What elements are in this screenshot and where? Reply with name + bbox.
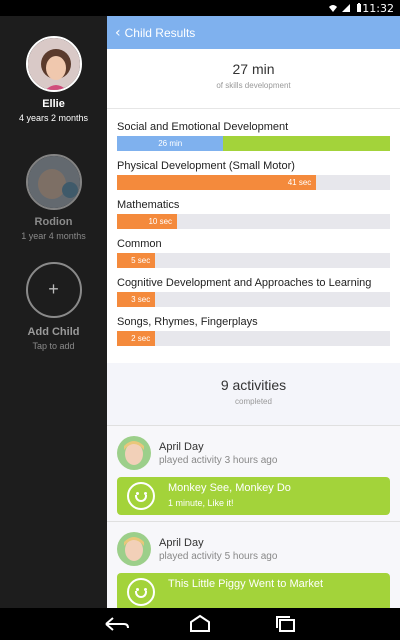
skill-bar-fill: 3 sec <box>117 292 156 307</box>
skill-bar-fill: 10 sec <box>117 214 178 229</box>
chevron-left-icon[interactable]: ‹ <box>115 25 121 41</box>
wifi-icon <box>329 5 337 12</box>
navigation-bar <box>0 608 400 640</box>
child-name: Ellie <box>42 98 65 110</box>
skill-name: Cognitive Development and Approaches to … <box>117 277 372 289</box>
page-title: Child Results <box>124 25 196 40</box>
child-age: 1 year 4 months <box>21 231 86 241</box>
add-child-button[interactable]: + Add Child Tap to add <box>0 262 107 351</box>
activity-card[interactable]: Monkey See, Monkey Do 1 minute, Like it! <box>117 477 390 515</box>
activity-header: April Day played activity 3 hours ago <box>117 436 390 470</box>
skill-name: Common <box>117 238 162 250</box>
player-photo-icon <box>117 436 151 470</box>
skill-item: Common 5 sec <box>117 238 390 268</box>
activity-item[interactable]: April Day played activity 3 hours ago Mo… <box>107 425 400 521</box>
skills-summary: 27 min of skills development <box>107 49 400 109</box>
activity-card[interactable]: This Little Piggy Went to Market <box>117 573 390 608</box>
skill-bar: 3 sec <box>117 292 390 307</box>
add-child-hint: Tap to add <box>32 341 75 351</box>
skills-list: Social and Emotional Development 26 min … <box>107 109 400 363</box>
child-age: 4 years 2 months <box>18 113 89 123</box>
played-time: played activity 5 hours ago <box>159 550 278 562</box>
avatar <box>117 436 151 470</box>
activities-summary: 9 activities completed <box>107 363 400 425</box>
player-name: April Day <box>159 440 204 453</box>
smiley-icon <box>127 482 155 510</box>
skill-name: Social and Emotional Development <box>117 121 289 133</box>
skill-bar-fill: 2 sec <box>117 331 156 346</box>
played-time: played activity 3 hours ago <box>159 454 278 466</box>
activities-section: 9 activities completed April Day played <box>107 363 400 608</box>
child-item-rodion[interactable]: Rodion 1 year 4 months <box>0 154 107 241</box>
activity-text: April Day played activity 3 hours ago <box>159 441 277 466</box>
skill-item: Mathematics 10 sec <box>117 199 390 229</box>
skill-bar: 41 sec <box>117 175 390 190</box>
skill-bar: 2 sec <box>117 331 390 346</box>
activity-text: April Day played activity 5 hours ago <box>159 537 277 562</box>
activity-title: This Little Piggy Went to Market <box>168 578 324 590</box>
skill-name: Songs, Rhymes, Fingerplays <box>117 316 258 328</box>
smiley-icon <box>127 578 155 606</box>
player-name: April Day <box>159 536 204 549</box>
skill-name: Physical Development (Small Motor) <box>117 160 295 172</box>
skill-bar: 5 sec <box>117 253 390 268</box>
signal-icon <box>342 4 350 12</box>
total-time: 27 min <box>232 61 275 77</box>
add-child-label: Add Child <box>27 326 80 338</box>
recents-icon[interactable] <box>272 614 300 634</box>
skill-bar-fill: 26 min <box>117 136 224 151</box>
children-sidebar: Ellie 4 years 2 months Rodion 1 year 4 m… <box>0 16 107 608</box>
activity-item[interactable]: April Day played activity 5 hours ago Th… <box>107 521 400 608</box>
screen: 11:32 Ellie 4 years 2 months Rodion 1 ye… <box>0 0 400 640</box>
skill-bar: 10 sec <box>117 214 390 229</box>
skill-item: Social and Emotional Development 26 min <box>117 121 390 151</box>
skill-bar-fill: 5 sec <box>117 253 156 268</box>
activities-count: 9 activities <box>220 377 287 393</box>
total-time-label: of skills development <box>216 81 291 90</box>
skill-bar-fill: 41 sec <box>117 175 317 190</box>
child-photo-icon <box>27 156 80 208</box>
activities-count-label: completed <box>235 397 272 406</box>
player-photo-icon <box>117 532 151 566</box>
activity-header: April Day played activity 5 hours ago <box>117 532 390 566</box>
child-results-panel: ‹ Child Results 27 min of skills develop… <box>107 16 400 608</box>
activity-title: Monkey See, Monkey Do <box>168 482 291 494</box>
home-icon[interactable] <box>186 614 214 634</box>
activity-detail: 1 minute, Like it! <box>168 498 234 508</box>
plus-icon: + <box>25 262 82 318</box>
avatar <box>25 36 82 92</box>
back-icon[interactable] <box>102 614 130 634</box>
status-bar: 11:32 <box>0 0 400 16</box>
child-item-ellie[interactable]: Ellie 4 years 2 months <box>0 36 107 123</box>
child-photo-icon <box>27 38 80 90</box>
avatar <box>117 532 151 566</box>
skill-bar: 26 min <box>117 136 390 151</box>
header-bar[interactable]: ‹ Child Results <box>107 16 400 49</box>
status-time: 11:32 <box>362 2 394 15</box>
skill-item: Physical Development (Small Motor) 41 se… <box>117 160 390 190</box>
avatar <box>25 154 82 210</box>
skill-name: Mathematics <box>117 199 180 211</box>
skill-item: Cognitive Development and Approaches to … <box>117 277 390 307</box>
child-name: Rodion <box>34 216 73 228</box>
skill-item: Songs, Rhymes, Fingerplays 2 sec <box>117 316 390 346</box>
